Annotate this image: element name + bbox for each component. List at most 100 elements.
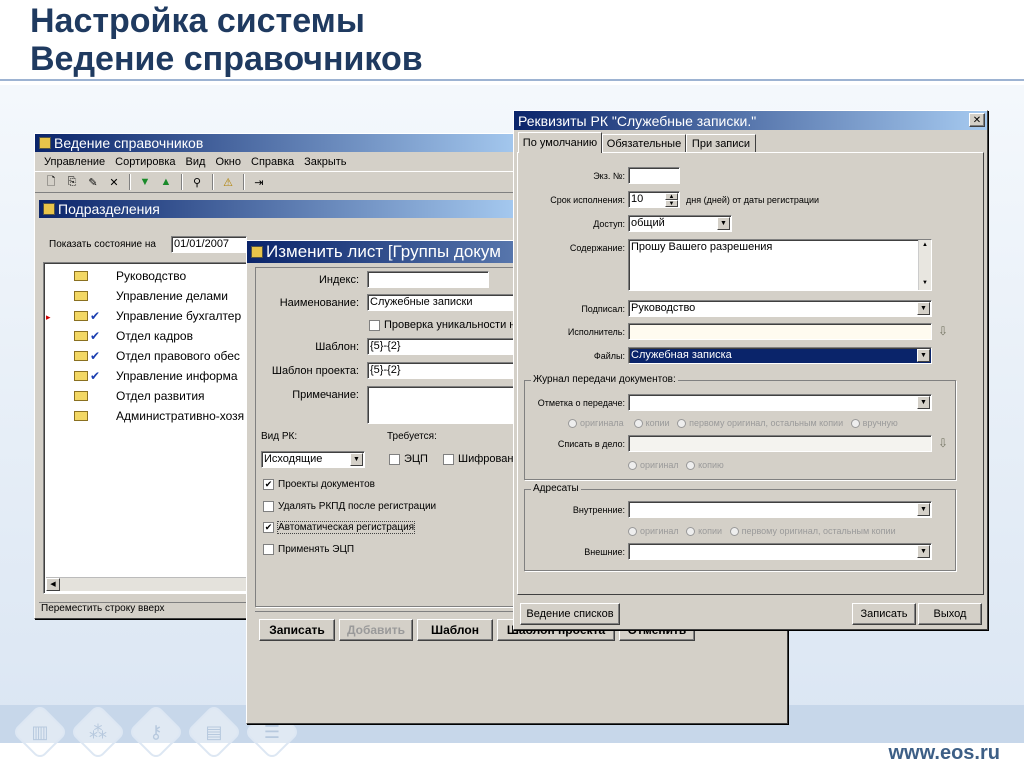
files-value: Служебная записка: [631, 349, 732, 361]
delete-icon[interactable]: ✕: [104, 173, 124, 191]
transfer-option-original[interactable]: оригинала: [568, 418, 624, 429]
transfer-options: оригинала копии первому оригинал, осталь…: [568, 418, 898, 429]
menu-sort[interactable]: Сортировка: [110, 156, 180, 168]
due-label: Срок исполнения:: [550, 195, 625, 205]
transfer-option-copy[interactable]: копии: [633, 418, 670, 429]
chevron-down-icon: ▼: [717, 217, 730, 230]
required-label: Требуется:: [387, 431, 437, 442]
transfer-option-first-original[interactable]: первому оригинал, остальным копии: [677, 418, 843, 429]
writeoff-input[interactable]: [628, 435, 932, 452]
tree-row[interactable]: ✔ Управление информа: [74, 366, 238, 386]
menu-close[interactable]: Закрыть: [299, 156, 351, 168]
tree-row[interactable]: ✔ Отдел кадров: [74, 326, 193, 346]
writeoff-label: Списать в дело:: [557, 439, 625, 449]
tree-row[interactable]: ✔ Отдел правового обес: [74, 346, 240, 366]
departments-subwindow-titlebar[interactable]: Подразделения: [39, 200, 519, 218]
tree-row[interactable]: Руководство: [74, 266, 186, 286]
rk-type-select[interactable]: Исходящие ▼: [261, 451, 365, 468]
access-select[interactable]: общий ▼: [628, 215, 732, 232]
cipher-checkbox[interactable]: Шифрован: [443, 453, 513, 465]
content-textarea[interactable]: Прошу Вашего разрешения ▲ ▼: [628, 239, 932, 291]
scroll-left-icon[interactable]: ◀: [46, 578, 60, 591]
save-button[interactable]: Записать: [852, 603, 916, 625]
index-input[interactable]: [367, 271, 489, 288]
internal-label: Внутренние:: [572, 505, 625, 515]
new-icon[interactable]: 🗋: [41, 173, 61, 191]
slide-title-line2: Ведение справочников: [30, 40, 423, 78]
copy-number-input[interactable]: [628, 167, 680, 184]
departments-tree[interactable]: ▸ Руководство Управление делами ✔ Управле…: [43, 262, 249, 594]
delete-rkpd-checkbox[interactable]: Удалять РКПД после регистрации: [263, 501, 436, 512]
tree-row[interactable]: Административно-хозя: [74, 406, 244, 426]
note-input[interactable]: [367, 386, 515, 424]
tab-required[interactable]: Обязательные: [602, 134, 686, 153]
writeoff-option-original[interactable]: оригинал: [628, 460, 679, 471]
menu-manage[interactable]: Управление: [39, 156, 110, 168]
uniqueness-checkbox[interactable]: Проверка уникальности н: [369, 319, 515, 331]
pin-icon[interactable]: ⇩: [938, 324, 948, 338]
apply-ecp-checkbox[interactable]: Применять ЭЦП: [263, 544, 354, 555]
move-up-icon[interactable]: ▲: [156, 173, 176, 191]
rk-type-value: Исходящие: [264, 453, 323, 465]
chevron-down-icon: ▼: [917, 302, 930, 315]
checkbox-box: ✔: [263, 522, 274, 533]
due-input[interactable]: 10 ▲ ▼: [628, 191, 680, 208]
tree-row[interactable]: Управление делами: [74, 286, 228, 306]
copy-icon[interactable]: ⎘: [62, 173, 82, 191]
scroll-up-icon[interactable]: ▲: [919, 240, 931, 250]
spin-up-icon[interactable]: ▲: [665, 193, 678, 200]
rk-requisites-titlebar[interactable]: Реквизиты РК "Служебные записки.": [514, 111, 987, 130]
pin-icon[interactable]: ⇩: [938, 436, 948, 450]
menu-window[interactable]: Окно: [210, 156, 246, 168]
addressees-group-label: Адресаты: [531, 483, 581, 494]
folder-icon: [74, 391, 88, 401]
projects-checkbox[interactable]: ✔ Проекты документов: [263, 479, 375, 490]
files-select[interactable]: Служебная записка ▼: [628, 347, 932, 364]
writeoff-option-copy[interactable]: копию: [686, 460, 724, 471]
internal-option-original[interactable]: оригинал: [628, 526, 679, 537]
filter-icon[interactable]: ⚠: [218, 173, 238, 191]
scroll-down-icon[interactable]: ▼: [919, 278, 931, 288]
move-down-icon[interactable]: ▼: [135, 173, 155, 191]
tree-row[interactable]: Отдел развития: [74, 386, 205, 406]
project-template-input[interactable]: {5}-{2}: [367, 362, 515, 379]
tree-row-label: Управление информа: [116, 369, 238, 383]
save-button[interactable]: Записать: [259, 619, 335, 641]
transfer-select[interactable]: ▼: [628, 394, 932, 411]
spin-down-icon[interactable]: ▼: [665, 200, 678, 207]
template-input[interactable]: {5}-{2}: [367, 338, 515, 355]
content-scrollbar[interactable]: ▲ ▼: [918, 240, 931, 290]
menubar: Управление Сортировка Вид Окно Справка З…: [35, 152, 523, 171]
ecp-checkbox[interactable]: ЭЦП: [389, 453, 428, 465]
internal-option-first-original[interactable]: первому оригинал, остальным копии: [729, 526, 896, 537]
exit-button[interactable]: Выход: [918, 603, 982, 625]
add-button[interactable]: Добавить: [339, 619, 413, 641]
find-icon[interactable]: ⚲: [187, 173, 207, 191]
horizontal-scrollbar[interactable]: ◀: [46, 577, 246, 591]
slide-title-line1: Настройка системы: [30, 2, 365, 40]
close-icon[interactable]: ✕: [969, 113, 985, 127]
internal-option-copy[interactable]: копии: [686, 526, 722, 537]
executor-input[interactable]: [628, 323, 932, 340]
due-value: 10: [631, 193, 644, 205]
manage-lists-button[interactable]: Ведение списков: [520, 603, 620, 625]
checkbox-box: ✔: [263, 479, 274, 490]
exit-icon[interactable]: ⇥: [249, 173, 269, 191]
name-input[interactable]: Служебные записки: [367, 294, 515, 311]
show-state-date-input[interactable]: 01/01/2007: [171, 236, 247, 253]
tab-on-save[interactable]: При записи: [686, 134, 756, 153]
menu-help[interactable]: Справка: [246, 156, 299, 168]
option-label: копии: [645, 418, 670, 428]
external-select[interactable]: ▼: [628, 543, 932, 560]
auto-registration-checkbox[interactable]: ✔ Автоматическая регистрация: [263, 521, 416, 535]
edit-icon[interactable]: ✎: [83, 173, 103, 191]
directories-titlebar[interactable]: Ведение справочников: [35, 134, 523, 152]
transfer-option-manual[interactable]: вручную: [850, 418, 898, 429]
template-button[interactable]: Шаблон: [417, 619, 493, 641]
access-value: общий: [631, 217, 665, 229]
internal-select[interactable]: ▼: [628, 501, 932, 518]
menu-view[interactable]: Вид: [181, 156, 211, 168]
tab-default[interactable]: По умолчанию: [518, 132, 602, 153]
signed-select[interactable]: Руководство ▼: [628, 300, 932, 317]
tree-row[interactable]: ✔ Управление бухгалтер: [74, 306, 241, 326]
